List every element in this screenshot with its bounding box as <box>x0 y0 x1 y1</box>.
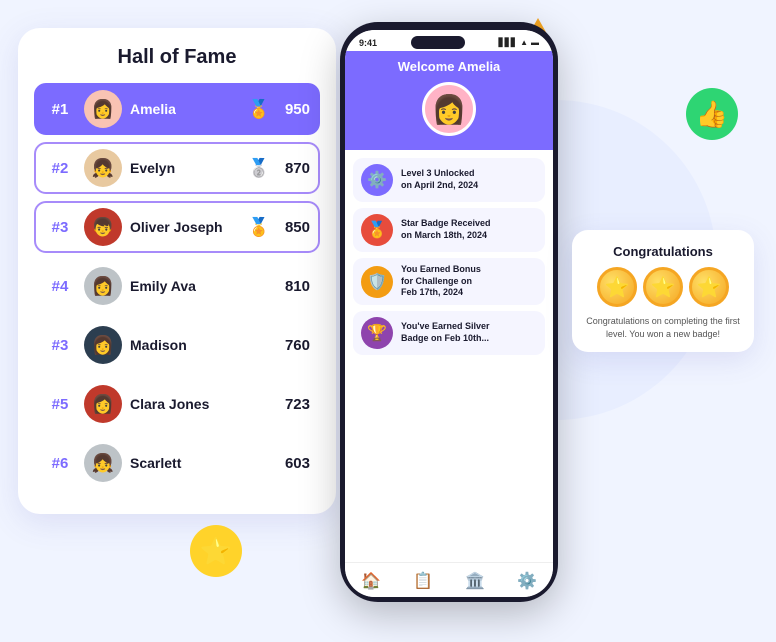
rank-badge-5: #3 <box>44 337 76 354</box>
feed-text-3: You've Earned SilverBadge on Feb 10th... <box>401 321 490 344</box>
congrats-description: Congratulations on completing the first … <box>584 315 742 340</box>
signal-icon: ▋▋▋ <box>499 38 517 47</box>
score-4: 810 <box>276 278 310 295</box>
score-1: 950 <box>276 101 310 118</box>
phone-screen: 9:41 ▋▋▋ ▲ ▬ Welcome Amelia 👩 ⚙️ Level 3… <box>345 30 553 597</box>
score-2: 870 <box>276 160 310 177</box>
wifi-icon: ▲ <box>520 38 528 47</box>
feed-text-1: Star Badge Receivedon March 18th, 2024 <box>401 218 491 241</box>
star-coin-1: ⭐ <box>597 267 637 307</box>
name-3: Oliver Joseph <box>130 219 248 235</box>
rank-badge-1: #1 <box>44 101 76 118</box>
hof-row-6[interactable]: #5 👩 Clara Jones 723 <box>34 378 320 430</box>
phone-notch <box>411 36 465 49</box>
phone-time: 9:41 <box>359 38 377 48</box>
hof-title: Hall of Fame <box>34 46 320 69</box>
avatar-3: 👦 <box>84 208 122 246</box>
score-7: 603 <box>276 455 310 472</box>
nav-leaderboard[interactable]: 🏛️ <box>465 571 485 591</box>
nav-home[interactable]: 🏠 <box>361 571 381 591</box>
phone-nav: 🏠 📋 🏛️ ⚙️ <box>345 562 553 597</box>
avatar-5: 👩 <box>84 326 122 364</box>
phone-feed: ⚙️ Level 3 Unlockedon April 2nd, 2024 🏅 … <box>345 150 553 562</box>
name-5: Madison <box>130 337 276 353</box>
score-6: 723 <box>276 396 310 413</box>
hof-row-4[interactable]: #4 👩 Emily Ava 810 <box>34 260 320 312</box>
medal-2: 🥈 <box>248 158 270 179</box>
avatar-2: 👧 <box>84 149 122 187</box>
phone-mockup: 9:41 ▋▋▋ ▲ ▬ Welcome Amelia 👩 ⚙️ Level 3… <box>340 22 558 602</box>
feed-icon-3: 🏆 <box>361 317 393 349</box>
user-avatar: 👩 <box>422 82 476 136</box>
rank-badge-3: #3 <box>44 219 76 236</box>
star-icon: ⭐ <box>190 525 242 577</box>
hof-row-1[interactable]: #1 👩 Amelia 🏅 950 <box>34 83 320 135</box>
feed-text-0: Level 3 Unlockedon April 2nd, 2024 <box>401 168 478 191</box>
feed-item-2[interactable]: 🛡️ You Earned Bonusfor Challenge onFeb 1… <box>353 258 545 305</box>
thumbs-up-icon: 👍 <box>686 88 738 140</box>
name-2: Evelyn <box>130 160 248 176</box>
hall-of-fame-card: Hall of Fame #1 👩 Amelia 🏅 950 #2 👧 Evel… <box>18 28 336 514</box>
avatar-6: 👩 <box>84 385 122 423</box>
score-5: 760 <box>276 337 310 354</box>
name-7: Scarlett <box>130 455 276 471</box>
congrats-title: Congratulations <box>584 244 742 259</box>
congrats-stars: ⭐ ⭐ ⭐ <box>584 267 742 307</box>
nav-settings[interactable]: ⚙️ <box>517 571 537 591</box>
phone-status-bar: 9:41 ▋▋▋ ▲ ▬ <box>345 30 553 51</box>
hof-row-3[interactable]: #3 👦 Oliver Joseph 🏅 850 <box>34 201 320 253</box>
avatar-4: 👩 <box>84 267 122 305</box>
congratulations-card: Congratulations ⭐ ⭐ ⭐ Congratulations on… <box>572 230 754 352</box>
medal-1: 🏅 <box>248 99 270 120</box>
feed-icon-2: 🛡️ <box>361 266 393 298</box>
welcome-text: Welcome Amelia <box>398 59 501 74</box>
hof-row-2[interactable]: #2 👧 Evelyn 🥈 870 <box>34 142 320 194</box>
star-coin-2: ⭐ <box>643 267 683 307</box>
rank-badge-2: #2 <box>44 160 76 177</box>
medal-3: 🏅 <box>248 217 270 238</box>
name-1: Amelia <box>130 101 248 117</box>
feed-item-1[interactable]: 🏅 Star Badge Receivedon March 18th, 2024 <box>353 208 545 252</box>
name-6: Clara Jones <box>130 396 276 412</box>
avatar-1: 👩 <box>84 90 122 128</box>
rank-badge-4: #4 <box>44 278 76 295</box>
feed-icon-0: ⚙️ <box>361 164 393 196</box>
feed-item-0[interactable]: ⚙️ Level 3 Unlockedon April 2nd, 2024 <box>353 158 545 202</box>
phone-header: Welcome Amelia 👩 <box>345 51 553 150</box>
name-4: Emily Ava <box>130 278 276 294</box>
hof-row-5[interactable]: #3 👩 Madison 760 <box>34 319 320 371</box>
feed-icon-1: 🏅 <box>361 214 393 246</box>
feed-text-2: You Earned Bonusfor Challenge onFeb 17th… <box>401 264 481 299</box>
battery-icon: ▬ <box>531 38 539 47</box>
nav-list[interactable]: 📋 <box>413 571 433 591</box>
score-3: 850 <box>276 219 310 236</box>
star-coin-3: ⭐ <box>689 267 729 307</box>
rank-badge-7: #6 <box>44 455 76 472</box>
feed-item-3[interactable]: 🏆 You've Earned SilverBadge on Feb 10th.… <box>353 311 545 355</box>
phone-status-icons: ▋▋▋ ▲ ▬ <box>499 38 539 47</box>
hof-row-7[interactable]: #6 👧 Scarlett 603 <box>34 437 320 489</box>
rank-badge-6: #5 <box>44 396 76 413</box>
avatar-7: 👧 <box>84 444 122 482</box>
